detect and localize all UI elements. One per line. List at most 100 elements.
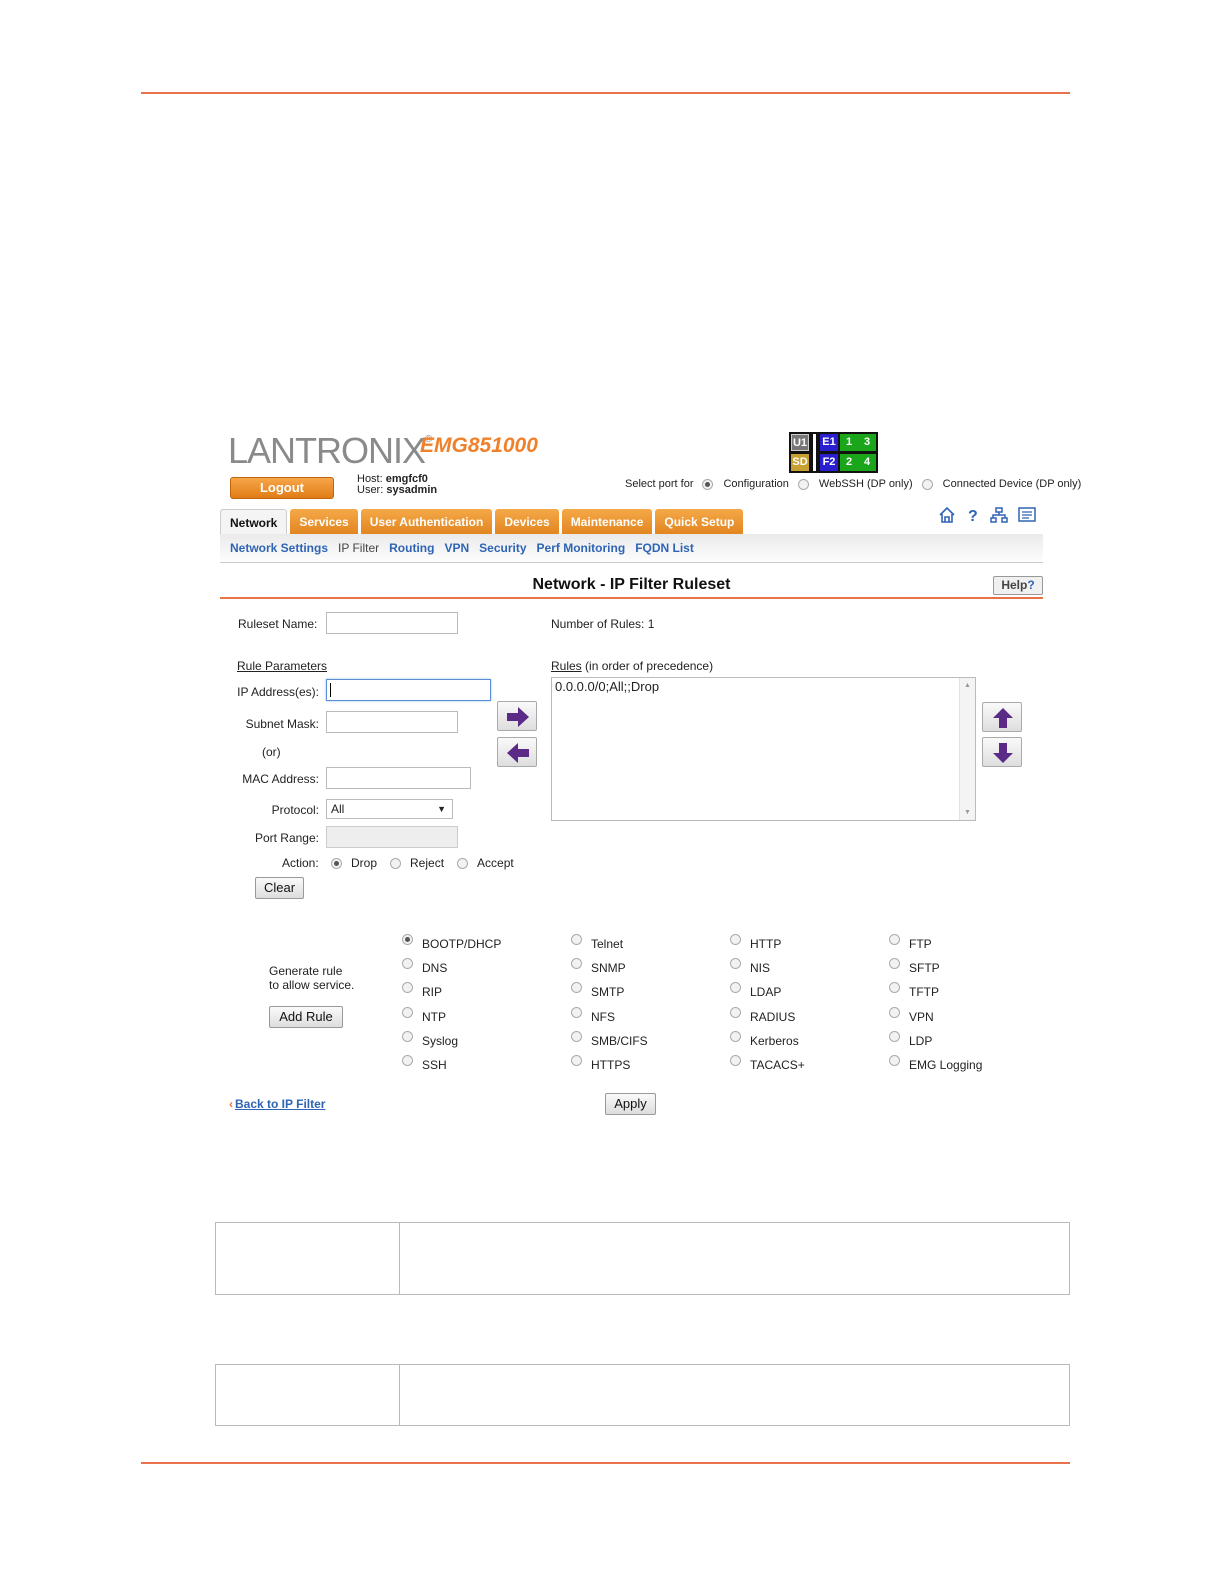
port-e1[interactable]: E1: [820, 434, 838, 451]
service-option[interactable]: HTTPS: [571, 1052, 630, 1072]
service-radio[interactable]: [402, 981, 413, 993]
service-option[interactable]: BOOTP/DHCP: [402, 931, 501, 951]
service-option[interactable]: VPN: [889, 1004, 934, 1024]
port-range-input[interactable]: [326, 826, 458, 848]
radio-configuration[interactable]: [702, 478, 714, 490]
service-option[interactable]: LDP: [889, 1028, 932, 1048]
scroll-down-icon[interactable]: ▼: [964, 809, 971, 816]
service-option[interactable]: RADIUS: [730, 1004, 795, 1024]
service-option[interactable]: HTTP: [730, 931, 781, 951]
service-radio[interactable]: [571, 957, 582, 969]
port-u1[interactable]: U1: [791, 434, 809, 451]
add-to-rules-button[interactable]: [497, 701, 537, 731]
service-radio[interactable]: [730, 957, 741, 969]
service-option[interactable]: LDAP: [730, 979, 781, 999]
action-drop-radio[interactable]: [331, 857, 342, 869]
service-option[interactable]: TACACS+: [730, 1052, 805, 1072]
tab-devices[interactable]: Devices: [495, 509, 559, 534]
logout-button[interactable]: Logout: [230, 477, 334, 499]
service-option[interactable]: Syslog: [402, 1028, 458, 1048]
tab-services[interactable]: Services: [290, 509, 358, 534]
move-down-button[interactable]: [982, 737, 1022, 767]
service-radio[interactable]: [730, 1006, 741, 1018]
subnav-fqdn-list[interactable]: FQDN List: [635, 541, 694, 555]
service-radio[interactable]: [571, 1030, 582, 1042]
service-radio[interactable]: [571, 933, 582, 945]
scroll-up-icon[interactable]: ▲: [964, 682, 971, 689]
ip-address-input[interactable]: [326, 679, 491, 701]
service-radio[interactable]: [730, 933, 741, 945]
service-option[interactable]: SSH: [402, 1052, 447, 1072]
action-reject-radio[interactable]: [390, 857, 402, 869]
service-option[interactable]: Telnet: [571, 931, 623, 951]
service-radio[interactable]: [402, 1006, 413, 1018]
port-1[interactable]: 1: [840, 434, 858, 451]
home-icon[interactable]: [938, 506, 956, 524]
move-up-button[interactable]: [982, 702, 1022, 732]
back-to-ip-filter-link[interactable]: ‹ Back to IP Filter: [229, 1097, 325, 1111]
service-option[interactable]: RIP: [402, 979, 442, 999]
apply-button[interactable]: Apply: [605, 1093, 656, 1115]
subnav-perf-monitoring[interactable]: Perf Monitoring: [537, 541, 626, 555]
service-radio[interactable]: [571, 981, 582, 993]
service-radio[interactable]: [402, 957, 413, 969]
sitemap-icon[interactable]: [990, 506, 1008, 524]
port-2[interactable]: 2: [840, 454, 858, 471]
service-radio[interactable]: [730, 1030, 741, 1042]
service-radio[interactable]: [571, 1006, 582, 1018]
port-4[interactable]: 4: [858, 454, 876, 471]
tab-user-authentication[interactable]: User Authentication: [360, 509, 493, 534]
subnav-vpn[interactable]: VPN: [444, 541, 469, 555]
ruleset-name-input[interactable]: [326, 612, 458, 634]
service-option[interactable]: SMTP: [571, 979, 624, 999]
service-radio[interactable]: [889, 1030, 900, 1042]
subnav-security[interactable]: Security: [479, 541, 526, 555]
service-radio[interactable]: [889, 981, 900, 993]
action-accept-radio[interactable]: [457, 857, 469, 869]
tab-network[interactable]: Network: [220, 509, 288, 535]
rules-list-scrollbar[interactable]: ▲ ▼: [959, 678, 975, 820]
service-option[interactable]: Kerberos: [730, 1028, 799, 1048]
protocol-select[interactable]: All ▼: [326, 799, 453, 819]
subnav-routing[interactable]: Routing: [389, 541, 434, 555]
service-option[interactable]: NIS: [730, 955, 770, 975]
service-radio[interactable]: [730, 1054, 741, 1066]
service-radio[interactable]: [889, 1054, 900, 1066]
service-option[interactable]: SMB/CIFS: [571, 1028, 648, 1048]
service-radio[interactable]: [889, 957, 900, 969]
clear-button[interactable]: Clear: [255, 877, 304, 899]
add-rule-button[interactable]: Add Rule: [269, 1006, 343, 1028]
service-option[interactable]: NTP: [402, 1004, 446, 1024]
service-option[interactable]: SFTP: [889, 955, 940, 975]
tab-quick-setup[interactable]: Quick Setup: [655, 509, 744, 534]
service-option[interactable]: TFTP: [889, 979, 939, 999]
mac-address-input[interactable]: [326, 767, 471, 789]
service-option[interactable]: DNS: [402, 955, 447, 975]
service-option[interactable]: FTP: [889, 931, 932, 951]
subnav-ip-filter[interactable]: IP Filter: [338, 541, 379, 555]
service-radio[interactable]: [571, 1054, 582, 1066]
subnav-network-settings[interactable]: Network Settings: [230, 541, 328, 555]
service-radio[interactable]: [402, 1030, 413, 1042]
rules-list-item[interactable]: 0.0.0.0/0;All;;Drop: [555, 679, 659, 694]
help-icon[interactable]: ?: [966, 506, 980, 524]
rules-list[interactable]: 0.0.0.0/0;All;;Drop ▲ ▼: [551, 677, 976, 821]
service-option[interactable]: SNMP: [571, 955, 626, 975]
tab-maintenance[interactable]: Maintenance: [561, 509, 653, 534]
remove-from-rules-button[interactable]: [497, 737, 537, 767]
subnet-mask-input[interactable]: [326, 711, 458, 733]
service-option[interactable]: EMG Logging: [889, 1052, 982, 1072]
port-3[interactable]: 3: [858, 434, 876, 451]
service-radio[interactable]: [730, 981, 741, 993]
service-radio[interactable]: [889, 1006, 900, 1018]
port-sd[interactable]: SD: [791, 454, 809, 471]
port-f2[interactable]: F2: [820, 454, 838, 471]
service-radio[interactable]: [889, 933, 900, 945]
radio-webssh[interactable]: [797, 478, 809, 490]
service-radio[interactable]: [402, 1054, 413, 1066]
service-option[interactable]: NFS: [571, 1004, 615, 1024]
service-radio[interactable]: [402, 933, 413, 945]
help-button[interactable]: Help?: [993, 576, 1043, 595]
radio-connected-device[interactable]: [921, 478, 933, 490]
log-icon[interactable]: [1018, 506, 1036, 524]
